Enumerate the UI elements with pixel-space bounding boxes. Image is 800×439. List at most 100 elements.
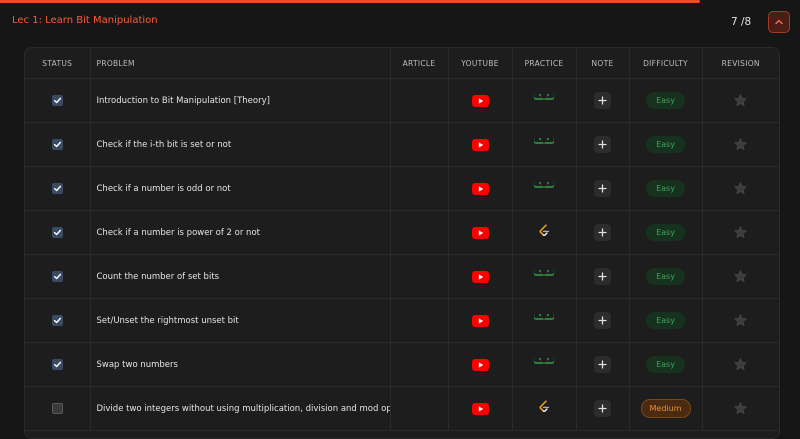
youtube-cell	[448, 78, 513, 123]
problem-cell: Check if a number is odd or not	[90, 166, 391, 211]
table-header-row: STATUS PROBLEM ARTICLE YOUTUBE PRACTICE …	[25, 48, 779, 79]
status-cell	[25, 386, 91, 431]
youtube-icon[interactable]	[471, 270, 489, 283]
problem-title[interactable]: Check if a number is power of 2 or not	[97, 228, 260, 238]
add-note-button[interactable]	[594, 356, 611, 373]
youtube-icon[interactable]	[471, 138, 489, 151]
add-note-button[interactable]	[594, 224, 611, 241]
practice-cell	[512, 342, 577, 387]
youtube-cell	[448, 122, 513, 167]
star-icon[interactable]	[733, 269, 748, 283]
problems-table-card: STATUS PROBLEM ARTICLE YOUTUBE PRACTICE …	[24, 47, 780, 439]
youtube-icon[interactable]	[471, 182, 489, 195]
add-note-button[interactable]	[594, 400, 611, 417]
lecture-title[interactable]: Lec 1: Learn Bit Manipulation	[12, 15, 158, 26]
add-note-button[interactable]	[594, 312, 611, 329]
leetcode-icon[interactable]	[537, 224, 551, 241]
revision-cell	[702, 78, 779, 123]
plus-icon	[598, 96, 607, 105]
problem-cell: Divide two integers without using multip…	[90, 386, 391, 431]
youtube-icon[interactable]	[471, 314, 489, 327]
geeksforgeeks-icon[interactable]	[532, 91, 556, 107]
add-note-button[interactable]	[594, 180, 611, 197]
practice-cell	[512, 386, 577, 431]
problem-title[interactable]: Check if a number is odd or not	[97, 184, 231, 194]
article-cell	[390, 254, 449, 299]
add-note-button[interactable]	[594, 136, 611, 153]
geeksforgeeks-icon[interactable]	[532, 179, 556, 195]
difficulty-badge: Medium	[640, 399, 691, 418]
star-icon[interactable]	[733, 137, 748, 151]
status-checkbox[interactable]	[51, 403, 63, 414]
difficulty-cell: Easy	[629, 342, 703, 387]
difficulty-cell: Easy	[629, 166, 703, 211]
plus-icon	[598, 272, 607, 281]
youtube-icon[interactable]	[471, 402, 489, 415]
col-note: NOTE	[576, 48, 630, 79]
article-cell	[390, 210, 449, 255]
problem-title[interactable]: Swap two numbers	[97, 360, 178, 370]
geeksforgeeks-icon[interactable]	[532, 267, 556, 283]
leetcode-icon[interactable]	[537, 400, 551, 417]
problem-title[interactable]: Check if the i-th bit is set or not	[97, 140, 232, 150]
problem-title[interactable]: Introduction to Bit Manipulation [Theory…	[97, 96, 270, 106]
status-checkbox[interactable]	[51, 183, 63, 194]
problem-title[interactable]: Count the number of set bits	[97, 272, 220, 282]
status-checkbox[interactable]	[51, 139, 63, 150]
status-cell	[25, 122, 91, 167]
chevron-up-icon	[775, 19, 783, 25]
col-article: ARTICLE	[390, 48, 449, 79]
col-difficulty: DIFFICULTY	[629, 48, 703, 79]
lecture-header[interactable]: Lec 1: Learn Bit Manipulation 7 /8	[0, 4, 800, 44]
star-icon[interactable]	[733, 357, 748, 371]
revision-cell	[702, 210, 779, 255]
geeksforgeeks-icon[interactable]	[532, 355, 556, 371]
problem-title[interactable]: Divide two integers without using multip…	[97, 404, 390, 414]
article-cell	[390, 78, 449, 123]
problem-title[interactable]: Set/Unset the rightmost unset bit	[97, 316, 239, 326]
star-icon[interactable]	[733, 181, 748, 195]
difficulty-badge: Easy	[646, 224, 685, 241]
revision-cell	[702, 122, 779, 167]
status-checkbox[interactable]	[51, 227, 63, 238]
status-checkbox[interactable]	[51, 271, 63, 282]
youtube-cell	[448, 210, 513, 255]
add-note-button[interactable]	[594, 268, 611, 285]
status-cell	[25, 298, 91, 343]
difficulty-badge: Easy	[646, 92, 685, 109]
note-cell	[576, 78, 630, 123]
plus-icon	[598, 228, 607, 237]
difficulty-cell: Easy	[629, 298, 703, 343]
practice-cell	[512, 166, 577, 211]
article-cell	[390, 166, 449, 211]
collapse-button[interactable]	[768, 11, 790, 33]
youtube-cell	[448, 386, 513, 431]
star-icon[interactable]	[733, 313, 748, 327]
geeksforgeeks-icon[interactable]	[532, 135, 556, 151]
star-icon[interactable]	[733, 225, 748, 239]
add-note-button[interactable]	[594, 92, 611, 109]
youtube-icon[interactable]	[471, 94, 489, 107]
status-checkbox[interactable]	[51, 95, 63, 106]
plus-icon	[598, 140, 607, 149]
table-row: Check if the i-th bit is set or not Easy	[25, 122, 779, 167]
geeksforgeeks-icon[interactable]	[532, 311, 556, 327]
difficulty-cell: Medium	[629, 386, 703, 431]
article-cell	[390, 386, 449, 431]
youtube-icon[interactable]	[471, 358, 489, 371]
difficulty-badge: Easy	[646, 136, 685, 153]
status-cell	[25, 78, 91, 123]
note-cell	[576, 298, 630, 343]
table-row: Count the number of set bits Easy	[25, 254, 779, 299]
table-row: Introduction to Bit Manipulation [Theory…	[25, 78, 779, 123]
table-row: Check if a number is odd or not Easy	[25, 166, 779, 211]
difficulty-badge: Easy	[646, 312, 685, 329]
col-status: STATUS	[25, 48, 91, 79]
status-checkbox[interactable]	[51, 359, 63, 370]
status-checkbox[interactable]	[51, 315, 63, 326]
status-cell	[25, 210, 91, 255]
youtube-icon[interactable]	[471, 226, 489, 239]
star-icon[interactable]	[733, 401, 748, 415]
status-cell	[25, 254, 91, 299]
star-icon[interactable]	[733, 93, 748, 107]
